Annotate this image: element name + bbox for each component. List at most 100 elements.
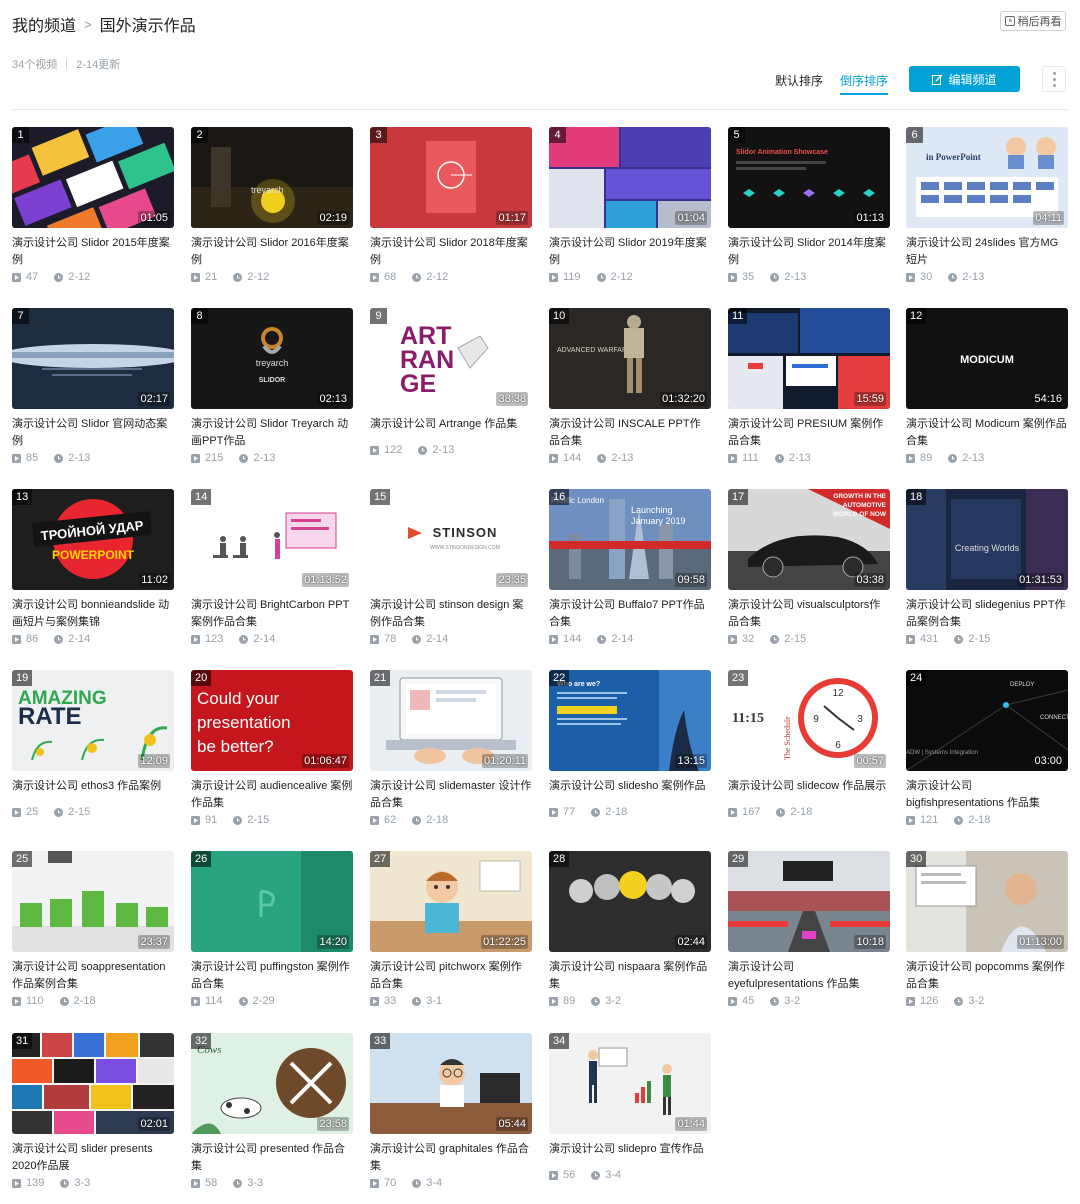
video-thumbnail[interactable]: 30 01:13:00 <box>906 851 1068 952</box>
video-card[interactable]: Creating Worlds 18 01:31:53 演示设计公司 slide… <box>906 489 1068 659</box>
video-card[interactable]: ТРОЙНОЙ УДАР POWERPOINT 13 11:02 演示设计公司 … <box>12 489 174 659</box>
watch-later-button[interactable]: 稍后再看 <box>1000 11 1066 31</box>
video-card[interactable]: 30 01:13:00 演示设计公司 popcomms 案例作品合集 126 3… <box>906 851 1068 1021</box>
video-card[interactable]: treyarch SLIDOR 8 02:13 演示设计公司 Slidor Tr… <box>191 308 353 478</box>
video-thumbnail[interactable]: Who are we? 22 13:15 <box>549 670 711 771</box>
video-card[interactable]: Slidor Animation Showcase 5 01:13 演示设计公司… <box>728 127 890 297</box>
video-card[interactable]: 1 01:05 演示设计公司 Slidor 2015年度案例 47 2-12 <box>12 127 174 297</box>
video-title[interactable]: 演示设计公司 PRESIUM 案例作品合集 <box>728 416 890 450</box>
video-card[interactable]: DEPLOY CONNECT ADW | Systems Integration… <box>906 670 1068 840</box>
video-title[interactable]: 演示设计公司 24slides 官方MG短片 <box>906 235 1068 269</box>
video-title[interactable]: 演示设计公司 slider presents 2020作品展 <box>12 1141 174 1175</box>
video-title[interactable]: 演示设计公司 puffingston 案例作品合集 <box>191 959 353 993</box>
video-card[interactable]: 21 01:20:11 演示设计公司 slidemaster 设计作品合集 62… <box>370 670 532 840</box>
video-thumbnail[interactable]: 25 23:37 <box>12 851 174 952</box>
video-card[interactable]: GROWTH IN THE AUTOMOTIVE WORLD OF NOW 17… <box>728 489 890 659</box>
video-thumbnail[interactable]: DEPLOY CONNECT ADW | Systems Integration… <box>906 670 1068 771</box>
video-card[interactable]: ADVANCED WARFARE 10 01:32:20 演示设计公司 INSC… <box>549 308 711 478</box>
video-title[interactable]: 演示设计公司 Slidor Treyarch 动画PPT作品 <box>191 416 353 450</box>
sort-reverse-tab[interactable]: 倒序排序 <box>840 72 889 95</box>
video-card[interactable]: 11 15:59 演示设计公司 PRESIUM 案例作品合集 111 2-13 <box>728 308 890 478</box>
video-thumbnail[interactable]: 11 15:59 <box>728 308 890 409</box>
video-thumbnail[interactable]: AMAZING RATE 19 12:09 <box>12 670 174 771</box>
video-title[interactable]: 演示设计公司 INSCALE PPT作品合集 <box>549 416 711 450</box>
video-thumbnail[interactable]: MODICUM 12 54:16 <box>906 308 1068 409</box>
video-card[interactable]: treyarch 2 02:19 演示设计公司 Slidor 2016年度案例 … <box>191 127 353 297</box>
video-card[interactable]: MODICUM 12 54:16 演示设计公司 Modicum 案例作品合集 8… <box>906 308 1068 478</box>
video-thumbnail[interactable]: 29 10:18 <box>728 851 890 952</box>
video-thumbnail[interactable]: 34 01:44 <box>549 1033 711 1134</box>
breadcrumb-root[interactable]: 我的频道 <box>12 12 76 36</box>
video-title[interactable]: 演示设计公司 Slidor 官网动态案例 <box>12 416 174 450</box>
video-title[interactable]: 演示设计公司 pitchworx 案例作品合集 <box>370 959 532 993</box>
video-thumbnail[interactable]: 31 02:01 <box>12 1033 174 1134</box>
video-title[interactable]: 演示设计公司 Slidor 2016年度案例 <box>191 235 353 269</box>
video-thumbnail[interactable]: Slidor Animation Showcase 5 01:13 <box>728 127 890 228</box>
video-card[interactable]: Could your presentation be better? 20 01… <box>191 670 353 840</box>
video-title[interactable]: 演示设计公司 Buffalo7 PPT作品合集 <box>549 597 711 631</box>
video-card[interactable]: 12 3 6 9 11:15 The Schedule 23 00:57 演示设计公司… <box>728 670 890 840</box>
video-thumbnail[interactable]: Prolific London Launching January 2019 1… <box>549 489 711 590</box>
video-thumbnail[interactable]: 33 05:44 <box>370 1033 532 1134</box>
video-card[interactable]: Prolific London Launching January 2019 1… <box>549 489 711 659</box>
video-title[interactable]: 演示设计公司 visualsculptors作品合集 <box>728 597 890 631</box>
video-card[interactable]: 7 02:17 演示设计公司 Slidor 官网动态案例 85 2-13 <box>12 308 174 478</box>
video-thumbnail[interactable]: GROWTH IN THE AUTOMOTIVE WORLD OF NOW 17… <box>728 489 890 590</box>
video-card[interactable]: 3 01:17 演示设计公司 Slidor 2018年度案例 68 2-12 <box>370 127 532 297</box>
video-title[interactable]: 演示设计公司 BrightCarbon PPT案例作品合集 <box>191 597 353 631</box>
video-card[interactable]: Cows 32 23:58 演示设计公司 presented 作品合集 58 3… <box>191 1033 353 1203</box>
video-thumbnail[interactable]: ТРОЙНОЙ УДАР POWERPOINT 13 11:02 <box>12 489 174 590</box>
video-card[interactable]: 33 05:44 演示设计公司 graphitales 作品合集 70 3-4 <box>370 1033 532 1203</box>
video-card[interactable]: 31 02:01 演示设计公司 slider presents 2020作品展 … <box>12 1033 174 1203</box>
more-options-button[interactable] <box>1042 66 1066 92</box>
video-card[interactable]: Who are we? 22 13:15 演示设计公司 slidesho 案例作… <box>549 670 711 840</box>
video-card[interactable]: 27 01:22:25 演示设计公司 pitchworx 案例作品合集 33 3… <box>370 851 532 1021</box>
video-thumbnail[interactable]: treyarch 2 02:19 <box>191 127 353 228</box>
video-thumbnail[interactable]: treyarch SLIDOR 8 02:13 <box>191 308 353 409</box>
video-card[interactable]: in PowerPoint 6 04:11 演示设计公司 24slides 官方… <box>906 127 1068 297</box>
video-card[interactable]: 14 01:13:52 演示设计公司 BrightCarbon PPT案例作品合… <box>191 489 353 659</box>
video-thumbnail[interactable]: 3 01:17 <box>370 127 532 228</box>
video-thumbnail[interactable]: 4 01:04 <box>549 127 711 228</box>
video-title[interactable]: 演示设计公司 slidemaster 设计作品合集 <box>370 778 532 812</box>
sort-default-tab[interactable]: 默认排序 <box>775 72 823 93</box>
video-card[interactable]: 25 23:37 演示设计公司 soappresentation作品案例合集 1… <box>12 851 174 1021</box>
video-thumbnail[interactable]: 26 14:20 <box>191 851 353 952</box>
edit-channel-button[interactable]: 编辑频道 <box>909 66 1020 92</box>
video-card[interactable]: ART RAN GE 9 38:38 演示设计公司 Artrange 作品集 1… <box>370 308 532 478</box>
video-card[interactable]: 29 10:18 演示设计公司 eyefulpresentations 作品集 … <box>728 851 890 1021</box>
video-thumbnail[interactable]: 7 02:17 <box>12 308 174 409</box>
video-title[interactable]: 演示设计公司 ethos3 作品案例 <box>12 778 174 795</box>
video-title[interactable]: 演示设计公司 slidegenius PPT作品案例合集 <box>906 597 1068 631</box>
video-title[interactable]: 演示设计公司 Artrange 作品集 <box>370 416 532 433</box>
video-title[interactable]: 演示设计公司 soappresentation作品案例合集 <box>12 959 174 993</box>
video-title[interactable]: 演示设计公司 Slidor 2014年度案例 <box>728 235 890 269</box>
video-title[interactable]: 演示设计公司 nispaara 案例作品集 <box>549 959 711 993</box>
video-title[interactable]: 演示设计公司 Slidor 2015年度案例 <box>12 235 174 269</box>
video-title[interactable]: 演示设计公司 graphitales 作品合集 <box>370 1141 532 1175</box>
video-card[interactable]: STINSON WWW.STINSONDESIGN.COM 15 23:35 演… <box>370 489 532 659</box>
video-thumbnail[interactable]: STINSON WWW.STINSONDESIGN.COM 15 23:35 <box>370 489 532 590</box>
video-thumbnail[interactable]: Cows 32 23:58 <box>191 1033 353 1134</box>
video-thumbnail[interactable]: 21 01:20:11 <box>370 670 532 771</box>
video-thumbnail[interactable]: 12 3 6 9 11:15 The Schedule 23 00:57 <box>728 670 890 771</box>
video-title[interactable]: 演示设计公司 slidecow 作品展示 <box>728 778 890 795</box>
video-thumbnail[interactable]: 14 01:13:52 <box>191 489 353 590</box>
video-thumbnail[interactable]: 1 01:05 <box>12 127 174 228</box>
video-title[interactable]: 演示设计公司 slidesho 案例作品 <box>549 778 711 795</box>
video-title[interactable]: 演示设计公司 Slidor 2018年度案例 <box>370 235 532 269</box>
video-card[interactable]: 28 02:44 演示设计公司 nispaara 案例作品集 89 3-2 <box>549 851 711 1021</box>
video-thumbnail[interactable]: Creating Worlds 18 01:31:53 <box>906 489 1068 590</box>
video-thumbnail[interactable]: ADVANCED WARFARE 10 01:32:20 <box>549 308 711 409</box>
video-title[interactable]: 演示设计公司 Slidor 2019年度案例 <box>549 235 711 269</box>
video-title[interactable]: 演示设计公司 slidepro 宣传作品 <box>549 1141 711 1158</box>
video-title[interactable]: 演示设计公司 presented 作品合集 <box>191 1141 353 1175</box>
video-title[interactable]: 演示设计公司 popcomms 案例作品合集 <box>906 959 1068 993</box>
video-thumbnail[interactable]: 27 01:22:25 <box>370 851 532 952</box>
video-title[interactable]: 演示设计公司 audiencealive 案例作品集 <box>191 778 353 812</box>
video-card[interactable]: 34 01:44 演示设计公司 slidepro 宣传作品 56 3-4 <box>549 1033 711 1203</box>
video-title[interactable]: 演示设计公司 stinson design 案例作品合集 <box>370 597 532 631</box>
video-thumbnail[interactable]: 28 02:44 <box>549 851 711 952</box>
video-title[interactable]: 演示设计公司 bigfishpresentations 作品集 <box>906 778 1068 812</box>
video-title[interactable]: 演示设计公司 bonnieandslide 动画短片与案例集锦 <box>12 597 174 631</box>
